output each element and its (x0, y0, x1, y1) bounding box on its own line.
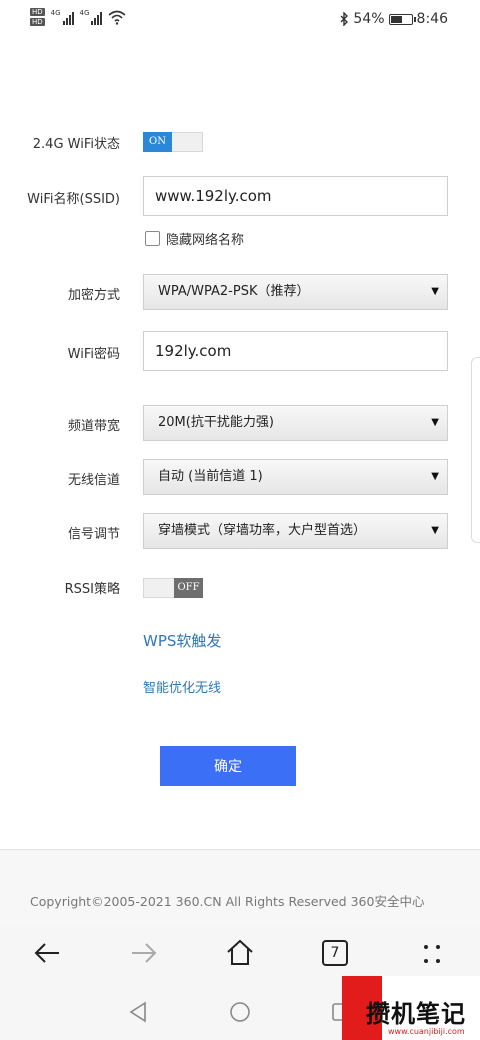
rssi-toggle[interactable]: OFF (143, 578, 203, 598)
dropdown-arrow-icon: ▼ (431, 417, 439, 428)
bandwidth-label: 频道带宽 (67, 419, 120, 434)
battery-icon (388, 13, 416, 25)
forward-arrow-icon[interactable] (130, 941, 158, 965)
watermark-url: www.cuanjibiji.com (388, 1027, 465, 1036)
status-bar: HD HD 4G 4G 54% 8:46 (0, 0, 480, 40)
confirm-button[interactable]: 确定 (160, 746, 296, 786)
hd-badge-2: HD (30, 18, 45, 26)
signal-icon-sim1: 4G (51, 9, 74, 25)
dropdown-arrow-icon: ▼ (431, 471, 439, 482)
wifi-icon (108, 10, 126, 25)
signal-label: 信号调节 (67, 527, 120, 542)
hd-badge-1: HD (30, 8, 45, 16)
clock: 8:46 (416, 11, 448, 27)
channel-label: 无线信道 (67, 473, 120, 488)
bluetooth-icon (340, 12, 349, 26)
home-icon[interactable] (225, 938, 255, 966)
bandwidth-select[interactable]: 20M(抗干扰能力强) ▼ (143, 405, 448, 441)
battery-percent: 54% (353, 11, 385, 27)
optimize-wireless-link[interactable]: 智能优化无线 (143, 677, 221, 696)
encryption-select[interactable]: WPA/WPA2-PSK（推荐） ▼ (143, 274, 448, 310)
hide-ssid-checkbox[interactable] (145, 231, 160, 246)
password-label: WiFi密码 (67, 347, 120, 362)
signal-icon-sim2: 4G (80, 9, 103, 25)
watermark-text: 攒机笔记 (366, 1000, 466, 1028)
back-arrow-icon[interactable] (33, 941, 61, 965)
dropdown-arrow-icon: ▼ (431, 286, 439, 297)
password-input[interactable]: 192ly.com (143, 331, 448, 371)
signal-value: 穿墙模式（穿墙功率，大户型首选） (158, 523, 367, 538)
hd-badges: HD HD (30, 8, 45, 26)
channel-value: 自动 (当前信道 1) (158, 469, 263, 484)
encryption-label: 加密方式 (67, 288, 120, 303)
encryption-value: WPA/WPA2-PSK（推荐） (158, 284, 310, 299)
scroll-handle[interactable] (471, 357, 480, 543)
hide-ssid-label: 隐藏网络名称 (166, 233, 245, 248)
bandwidth-value: 20M(抗干扰能力强) (158, 415, 274, 430)
toggle-off-text: OFF (174, 578, 203, 598)
nav-back-icon[interactable] (128, 1001, 148, 1023)
tabs-button[interactable]: 7 (322, 940, 348, 966)
footer (0, 850, 480, 926)
battery-fill (390, 15, 403, 23)
ssid-label: WiFi名称(SSID) (27, 192, 120, 207)
ssid-input[interactable]: www.192ly.com (143, 176, 448, 216)
wifi-status-label: 2.4G WiFi状态 (32, 137, 120, 152)
rssi-label: RSSI策略 (64, 582, 120, 597)
copyright-text: Copyright©2005-2021 360.CN All Rights Re… (30, 894, 425, 909)
dropdown-arrow-icon: ▼ (431, 525, 439, 536)
status-left: HD HD 4G 4G (30, 8, 126, 26)
tab-count: 7 (330, 945, 340, 961)
nav-home-icon[interactable] (229, 1001, 251, 1023)
wifi-status-toggle[interactable]: ON (143, 132, 203, 152)
channel-select[interactable]: 自动 (当前信道 1) ▼ (143, 459, 448, 495)
status-right: 54% 8:46 (340, 11, 448, 27)
wps-link[interactable]: WPS软触发 (143, 630, 221, 651)
signal-select[interactable]: 穿墙模式（穿墙功率，大户型首选） ▼ (143, 513, 448, 549)
toggle-on-text: ON (143, 132, 172, 152)
more-menu-icon[interactable] (420, 942, 444, 966)
